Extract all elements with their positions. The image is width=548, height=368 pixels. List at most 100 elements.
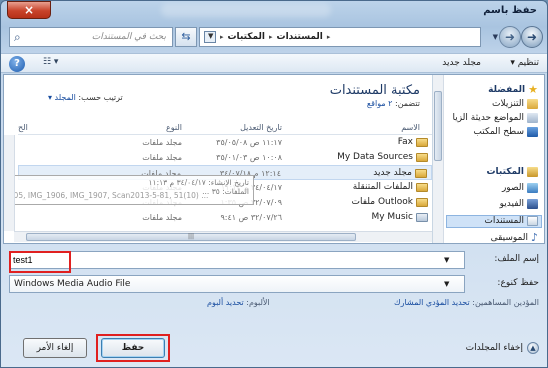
folder-tooltip: تاريخ الإنشاء: ٣٤/٠٤/١٧ م ١١:١٣ الملفات:… (4, 175, 254, 205)
address-dropdown-icon[interactable]: ▼ (208, 32, 213, 40)
file-list-pane: مكتبة المستندات تتضمن: ٢ مواقع ترتيب حسب… (4, 75, 432, 243)
filetype-dropdown-icon[interactable]: ▼ (444, 280, 449, 288)
nav-label: المفضلة (488, 84, 526, 95)
nav-label: الفيديو (499, 199, 524, 209)
arrange-by-label: ترتيب حسب: (78, 93, 123, 102)
nav-libraries[interactable]: المكتبات (486, 167, 538, 177)
command-bar: تنظيم ▾ مجلد جديد ☷ ▾ ? (1, 53, 547, 73)
nav-item-documents[interactable]: المستندات (484, 216, 538, 226)
library-subtitle: تتضمن: ٢ مواقع (367, 99, 420, 108)
column-header-type[interactable]: النوع (166, 123, 182, 132)
recent-places-icon (527, 113, 538, 123)
folder-icon (415, 168, 427, 178)
column-header-date[interactable]: تاريخ التعديل (240, 123, 282, 132)
nav-scrollbar[interactable] (433, 75, 444, 243)
title-bar[interactable]: × حفظ باسم (1, 1, 547, 23)
file-date: ٣٢/٠٧/٢٦ ص ٩:٤١ (220, 213, 282, 222)
cancel-button[interactable]: إلغاء الأمر (23, 338, 87, 358)
library-locations-link[interactable]: ٢ مواقع (367, 99, 393, 108)
nav-label: المستندات (484, 216, 524, 226)
breadcrumb[interactable]: ▸ المكتبات ▸ المستندات ▸ ▼ (199, 27, 481, 47)
desktop-icon (527, 127, 538, 137)
file-name: My Data Sources (337, 152, 413, 162)
history-dropdown-icon[interactable]: ▼ (493, 33, 498, 41)
filetype-label: حفظ كنوع: (497, 278, 539, 288)
album-label: الألبوم: (246, 298, 270, 307)
hide-folders-label: إخفاء المجلدات (465, 343, 523, 353)
column-header-size[interactable]: الح (18, 123, 28, 132)
navigation-pane: ★ المفضلة التنزيلات المواضع حديثة الزيا … (432, 75, 544, 243)
refresh-button[interactable]: ⇆ (175, 27, 197, 47)
folder-icon (416, 152, 428, 162)
nav-item-music[interactable]: ♪ الموسيقى (491, 231, 538, 243)
crumb-separator-icon: ▸ (220, 33, 224, 41)
view-options-button[interactable]: ☷ ▾ (43, 57, 77, 71)
tooltip-created: تاريخ الإنشاء: ٣٤/٠٤/١٧ م ١١:١٣ (148, 178, 249, 187)
star-icon: ★ (528, 83, 538, 96)
forward-button[interactable]: ➜ (499, 26, 521, 48)
nav-label: الموسيقى (490, 232, 528, 243)
nav-scroll-thumb[interactable] (434, 91, 442, 161)
window-title: حفظ باسم (483, 5, 537, 16)
library-title: مكتبة المستندات (329, 83, 420, 98)
horizontal-scroll-thumb[interactable]: ||| (26, 233, 356, 241)
file-date: ١٠:٠٨ ص ٣٥/٠١/٠٣ (216, 153, 282, 162)
nav-label: المواضع حديثة الزيا (452, 113, 524, 123)
nav-item-pictures[interactable]: الصور (502, 183, 538, 193)
close-button[interactable]: × (7, 1, 51, 19)
column-headers: الاسم تاريخ التعديل النوع الح (18, 121, 432, 135)
nav-item-downloads[interactable]: التنزيلات (492, 99, 538, 109)
downloads-icon (527, 99, 538, 109)
address-row: ⌕ بحث في المستندات ⇆ ▸ المكتبات ▸ المستن… (1, 23, 547, 51)
file-date: ١١:١٧ ص ٣٥/٠٥/٠٨ (216, 138, 282, 147)
arrange-by: ترتيب حسب: المجلد ▾ (48, 93, 123, 102)
nav-item-videos[interactable]: الفيديو (500, 199, 538, 209)
folder-icon (416, 197, 428, 207)
horizontal-scrollbar[interactable]: ||| (14, 231, 432, 242)
search-placeholder: بحث في المستندات (91, 32, 166, 42)
column-header-name[interactable]: الاسم (401, 123, 420, 132)
file-list-vertical-scrollbar[interactable] (4, 135, 15, 231)
search-icon[interactable]: ⌕ (14, 30, 21, 45)
file-name: My Music (371, 212, 413, 222)
filetype-select[interactable]: Windows Media Audio File (9, 275, 465, 293)
filename-dropdown-icon[interactable]: ▼ (444, 256, 449, 264)
help-icon[interactable]: ? (9, 56, 25, 72)
nav-label: سطح المكتب (473, 127, 524, 137)
search-input[interactable]: ⌕ بحث في المستندات (9, 27, 173, 47)
contributing-artists-link[interactable]: تحديد المؤدي المشارك (394, 298, 470, 307)
nav-item-desktop[interactable]: سطح المكتب (473, 127, 538, 137)
crumb-documents[interactable]: المستندات (277, 32, 323, 42)
back-button[interactable]: ➜ (521, 26, 543, 48)
folder-icon (416, 212, 428, 222)
folder-icon (416, 182, 428, 192)
file-name: الملفات المتنقلة (352, 182, 413, 192)
file-type: مجلد ملفات (142, 138, 182, 147)
tooltip-file-list: 1905, IMG_1906, IMG_1907, Scan2013-5-81,… (4, 191, 209, 200)
nav-label: الصور (501, 183, 524, 193)
file-row[interactable]: My Music ٣٢/٠٧/٢٦ ص ٩:٤١ مجلد ملفات (18, 210, 432, 225)
folder-icon (416, 137, 428, 147)
nav-item-recent-places[interactable]: المواضع حديثة الزيا (452, 113, 538, 123)
file-name: Outlook ملفات (351, 197, 413, 207)
hide-folders-toggle[interactable]: ▲ إخفاء المجلدات (466, 342, 539, 354)
libraries-icon (527, 167, 538, 177)
contributing-artists-label: المؤدين المساهمين: (472, 298, 539, 307)
documents-icon (527, 216, 538, 226)
file-row[interactable]: Fax ١١:١٧ ص ٣٥/٠٥/٠٨ مجلد ملفات (18, 135, 432, 150)
filename-highlight-box (9, 251, 71, 273)
file-name: Fax (397, 137, 413, 147)
chevron-up-icon: ▲ (527, 342, 539, 354)
library-subtitle-prefix: تتضمن: (395, 99, 420, 108)
new-folder-button[interactable]: مجلد جديد (442, 58, 481, 68)
file-name: مجلد جديد (373, 168, 412, 178)
pictures-icon (527, 183, 538, 193)
file-row[interactable]: My Data Sources ١٠:٠٨ ص ٣٥/٠١/٠٣ مجلد مل… (18, 150, 432, 165)
nav-favorites[interactable]: ★ المفضلة (488, 83, 538, 96)
crumb-libraries[interactable]: المكتبات (228, 32, 266, 42)
file-type: مجلد ملفات (142, 213, 182, 222)
filename-input[interactable] (9, 251, 465, 269)
arrange-by-dropdown[interactable]: المجلد ▾ (48, 93, 76, 102)
organize-menu[interactable]: تنظيم ▾ (510, 58, 539, 68)
album-link[interactable]: تحديد ألبوم (207, 298, 244, 307)
